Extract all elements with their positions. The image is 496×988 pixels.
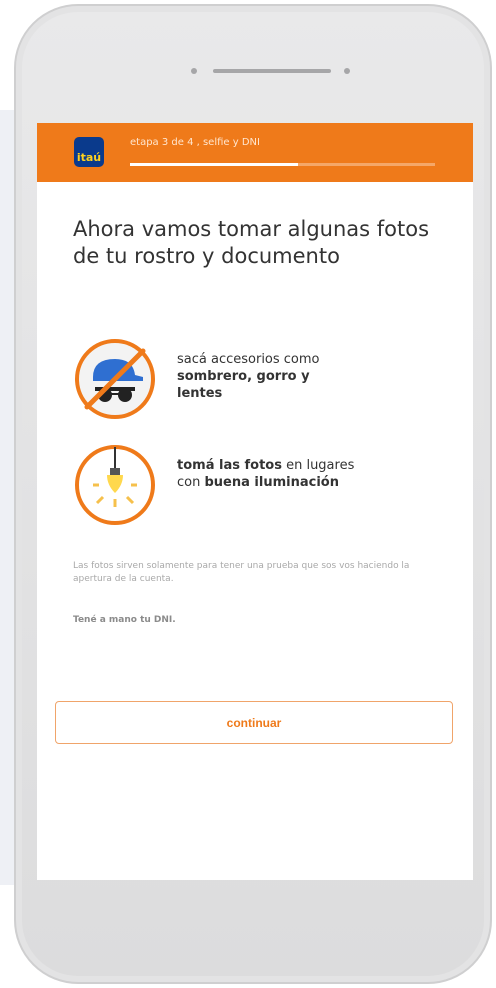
app-screen: itaú etapa 3 de 4 , selfie y DNI Ahora v… bbox=[37, 123, 473, 880]
tip-text-bold: buena iluminación bbox=[204, 475, 339, 490]
camera-dot bbox=[191, 68, 197, 74]
itau-logo: itaú bbox=[74, 137, 104, 167]
page-title: Ahora vamos tomar algunas fotos de tu ro… bbox=[73, 217, 430, 268]
tip-lighting: tomá las fotos en lugares con buena ilum… bbox=[73, 443, 453, 527]
step-label: etapa 3 de 4 , selfie y DNI bbox=[130, 137, 260, 148]
top-bar: itaú etapa 3 de 4 , selfie y DNI bbox=[37, 123, 473, 182]
tip-text-plain: sacá accesorios como bbox=[177, 352, 320, 367]
sensor-dot bbox=[344, 68, 350, 74]
speaker-grille bbox=[213, 69, 331, 73]
tip-text-bold: sombrero, gorro y lentes bbox=[177, 369, 310, 401]
tip-text-bold-lead: tomá las fotos bbox=[177, 458, 282, 473]
info-strong-text: Tené a mano tu DNI. bbox=[73, 615, 176, 625]
light-bulb-icon bbox=[75, 445, 155, 525]
progress-bar bbox=[130, 163, 435, 166]
progress-fill bbox=[130, 163, 298, 166]
tip-accessories-text: sacá accesorios como sombrero, gorro y l… bbox=[177, 351, 357, 402]
no-accessories-icon bbox=[75, 339, 155, 419]
continue-button[interactable]: continuar bbox=[55, 701, 453, 744]
logo-text: itaú bbox=[76, 151, 102, 164]
tip-lighting-text: tomá las fotos en lugares con buena ilum… bbox=[177, 457, 357, 491]
info-text: Las fotos sirven solamente para tener un… bbox=[73, 561, 410, 584]
tip-accessories: sacá accesorios como sombrero, gorro y l… bbox=[73, 337, 453, 421]
